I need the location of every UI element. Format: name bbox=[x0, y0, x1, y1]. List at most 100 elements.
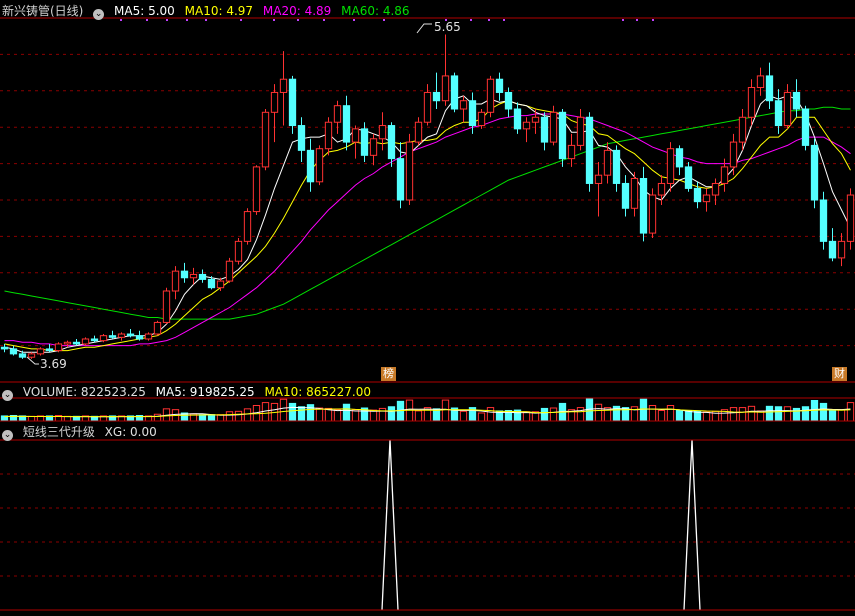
candle-body bbox=[297, 125, 306, 151]
volume-bar bbox=[846, 402, 855, 422]
volume-bar bbox=[747, 405, 756, 422]
volume-bar bbox=[207, 414, 216, 422]
volume-bar bbox=[279, 398, 288, 422]
candle-body bbox=[819, 199, 828, 242]
chevron-down-icon[interactable]: ⌄ bbox=[2, 430, 13, 441]
candle-body bbox=[387, 125, 396, 160]
chevron-down-icon[interactable]: ⌄ bbox=[2, 390, 13, 401]
candle-body bbox=[198, 273, 207, 280]
volume-bar bbox=[594, 403, 603, 422]
candle-body bbox=[207, 278, 216, 289]
candle-body bbox=[738, 116, 747, 143]
candle-body bbox=[351, 128, 360, 143]
volume-bar bbox=[729, 407, 738, 422]
stock-title: 新兴铸管(日线) bbox=[2, 4, 84, 18]
candle-body bbox=[324, 121, 333, 150]
volume-ma10-value: MA10: 865227.00 bbox=[264, 385, 372, 399]
candle-body bbox=[657, 182, 666, 196]
ma10-value: MA10: 4.97 bbox=[184, 4, 254, 18]
volume-bar bbox=[738, 407, 747, 422]
candle-body bbox=[639, 177, 648, 234]
candle-body bbox=[378, 125, 387, 140]
candle-body bbox=[117, 333, 126, 338]
event-tag-cai[interactable]: 财 bbox=[832, 367, 847, 381]
candle-body bbox=[567, 144, 576, 160]
candle-body bbox=[162, 290, 171, 323]
volume-bar bbox=[243, 408, 252, 422]
candle-body bbox=[513, 108, 522, 130]
ma60-value: MA60: 4.86 bbox=[341, 4, 410, 18]
candle-body bbox=[558, 111, 567, 160]
volume-bar bbox=[387, 406, 396, 422]
chevron-down-icon[interactable]: ⌄ bbox=[93, 9, 105, 20]
candle-body bbox=[522, 121, 531, 130]
volume-bar bbox=[819, 402, 828, 422]
volume-bar bbox=[675, 410, 684, 422]
marker-dot bbox=[503, 19, 505, 21]
candle-body bbox=[621, 182, 630, 209]
volume-bar bbox=[657, 410, 666, 422]
candle-body bbox=[630, 177, 639, 209]
indicator-name: 短线三代升级 bbox=[22, 425, 95, 439]
candle-body bbox=[45, 348, 54, 352]
volume-bar bbox=[549, 407, 558, 422]
candle-body bbox=[90, 338, 99, 342]
volume-bar bbox=[198, 414, 207, 422]
candle-body bbox=[828, 240, 837, 259]
volume-bar bbox=[648, 405, 657, 422]
low-price-label: 3.69 bbox=[40, 357, 67, 371]
candle-body bbox=[531, 116, 540, 123]
candle-body bbox=[81, 338, 90, 345]
candle-body bbox=[747, 86, 756, 118]
candle-body bbox=[315, 148, 324, 183]
candle-body bbox=[549, 111, 558, 143]
candle-body bbox=[540, 116, 549, 143]
candle-body bbox=[360, 128, 369, 156]
candle-body bbox=[243, 211, 252, 242]
volume-bar bbox=[576, 407, 585, 422]
volume-bar bbox=[234, 410, 243, 422]
candle-body bbox=[63, 341, 72, 345]
candle-body bbox=[576, 116, 585, 146]
volume-bar bbox=[765, 405, 774, 422]
candle-body bbox=[306, 149, 315, 183]
volume-bar bbox=[315, 407, 324, 422]
volume-bar bbox=[477, 412, 486, 422]
volume-bar bbox=[369, 409, 378, 422]
candle-body bbox=[9, 348, 18, 355]
candle-body bbox=[405, 141, 414, 201]
price-panel-header: 新兴铸管(日线) ⌄ MA5: 5.00 MA10: 4.97 MA20: 4.… bbox=[2, 2, 416, 20]
ma20-value: MA20: 4.89 bbox=[262, 4, 332, 18]
volume-bar bbox=[702, 411, 711, 422]
volume-bar bbox=[540, 407, 549, 422]
candle-body bbox=[675, 148, 684, 168]
candle-body bbox=[135, 335, 144, 340]
candle-body bbox=[711, 182, 720, 196]
candle-body bbox=[729, 141, 738, 168]
volume-panel-header: ⌄ VOLUME: 822523.25 MA5: 919825.25 MA10:… bbox=[2, 383, 377, 401]
candle-body bbox=[153, 321, 162, 335]
volume-bar bbox=[225, 411, 234, 422]
high-price-label: 5.65 bbox=[434, 20, 461, 34]
candle-body bbox=[585, 116, 594, 184]
candle-body bbox=[792, 91, 801, 110]
volume-bar bbox=[801, 406, 810, 422]
candle-body bbox=[144, 333, 153, 340]
high-pointer bbox=[416, 23, 432, 34]
volume-ma5-value: MA5: 919825.25 bbox=[155, 385, 255, 399]
candle-body bbox=[279, 78, 288, 93]
ma5-value: MA5: 5.00 bbox=[114, 4, 175, 18]
candle-body bbox=[837, 240, 846, 259]
candle-body bbox=[756, 75, 765, 88]
candle-body bbox=[684, 166, 693, 189]
candle-body bbox=[774, 100, 783, 127]
volume-bar bbox=[486, 407, 495, 422]
volume-bar bbox=[297, 406, 306, 422]
candle-body bbox=[54, 343, 63, 352]
ma5-line bbox=[4, 95, 851, 353]
volume-bar bbox=[666, 405, 675, 422]
candle-body bbox=[18, 353, 27, 358]
candle-body bbox=[216, 280, 225, 289]
event-tag-bang[interactable]: 榜 bbox=[381, 367, 396, 381]
volume-bar bbox=[333, 409, 342, 422]
